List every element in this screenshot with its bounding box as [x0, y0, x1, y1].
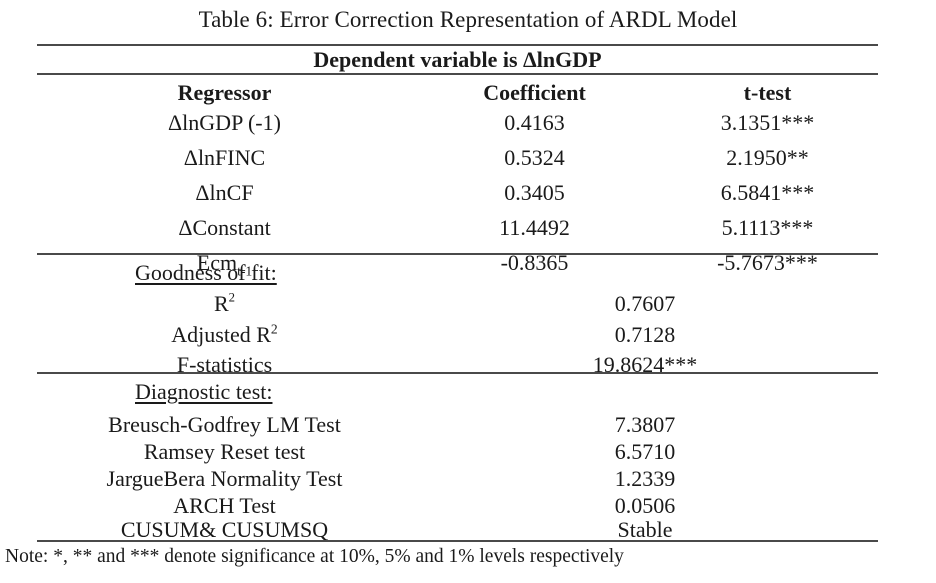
table-rule-diagnostic-test [37, 372, 878, 374]
regressor-t-test: 5.1113*** [721, 215, 814, 240]
regressor-name: ΔlnGDP (-1) [168, 110, 281, 135]
regressor-t-test: 3.1351*** [720, 110, 815, 135]
table-rule-bottom [37, 540, 878, 542]
table-row: R2 0.7607 [37, 289, 878, 319]
table-row: ΔlnFINC 0.5324 2.1950** [37, 143, 878, 173]
diagnostic-value: 1.2339 [614, 466, 676, 491]
stat-label-text: Adjusted R [171, 322, 271, 347]
diagnostic-label: JargueBera Normality Test [106, 466, 343, 491]
regressor-t-test: 6.5841*** [720, 180, 815, 205]
section-heading-diagnostic-test: Diagnostic test: [135, 379, 273, 404]
table-rule-top [37, 44, 878, 46]
column-header-regressor: Regressor [177, 80, 272, 105]
stat-label: R2 [37, 289, 412, 319]
table-row: ΔlnCF 0.3405 6.5841*** [37, 178, 878, 208]
diagnostic-value: 6.5710 [614, 439, 676, 464]
table-rule-under-banner [37, 73, 878, 75]
table-row: JargueBera Normality Test 1.2339 [37, 464, 878, 494]
dependent-variable-banner: Dependent variable is ΔlnGDP [313, 47, 602, 72]
column-header-coefficient: Coefficient [483, 80, 586, 105]
table-row: Adjusted R2 0.7128 [37, 320, 878, 350]
regressor-name: ΔlnFINC [183, 145, 266, 170]
stat-value: 0.7128 [614, 322, 676, 347]
column-header-t-test: t-test [743, 80, 792, 105]
stat-value: 0.7607 [614, 291, 676, 316]
diagnostic-value: 7.3807 [614, 412, 676, 437]
table-row: F-statistics 19.8624*** [37, 350, 878, 380]
table-row: Ramsey Reset test 6.5710 [37, 437, 878, 467]
page-title: Table 6: Error Correction Representation… [198, 7, 738, 32]
regressor-coefficient: 0.3405 [504, 180, 565, 205]
table-row: ΔConstant 11.4492 5.1113*** [37, 213, 878, 243]
table-page: Table 6: Error Correction Representation… [0, 0, 936, 583]
table-rule-goodness-of-fit [37, 253, 878, 255]
diagnostic-label: Ramsey Reset test [143, 439, 306, 464]
table-row: ΔlnGDP (-1) 0.4163 3.1351*** [37, 108, 878, 138]
regressor-t-test: 2.1950** [726, 145, 809, 170]
regressor-name: ΔConstant [178, 215, 271, 240]
table-row: Breusch-Godfrey LM Test 7.3807 [37, 410, 878, 440]
regressor-coefficient: 0.5324 [504, 145, 565, 170]
table-footnote: Note: *, ** and *** denote significance … [5, 546, 624, 567]
stat-value: 19.8624*** [592, 352, 698, 377]
stat-label: Adjusted R2 [37, 320, 412, 350]
section-heading-goodness-of-fit: Goodness of fit: [135, 260, 277, 285]
stat-label-text: R [213, 291, 229, 316]
diagnostic-label: Breusch-Godfrey LM Test [108, 412, 341, 437]
regressor-name: ΔlnCF [195, 180, 254, 205]
stat-label: F-statistics [176, 352, 273, 377]
stat-label-superscript: 2 [228, 290, 236, 305]
regressor-coefficient: 0.4163 [504, 110, 565, 135]
table-header-row: Regressor Coefficient t-test [37, 78, 878, 108]
stat-label-superscript: 2 [270, 321, 278, 337]
regressor-coefficient: 11.4492 [499, 215, 570, 240]
